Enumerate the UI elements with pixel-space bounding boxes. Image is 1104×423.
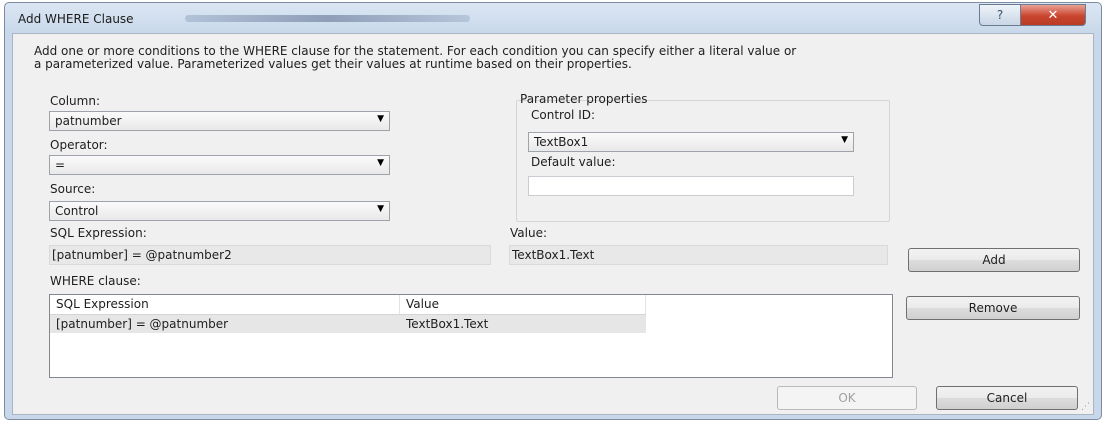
control-id-value: TextBox1: [534, 135, 589, 149]
where-clause-list[interactable]: SQL Expression Value [patnumber] = @patn…: [49, 294, 893, 378]
cancel-button[interactable]: Cancel: [936, 386, 1078, 410]
default-value-input[interactable]: [528, 176, 854, 196]
value-field: TextBox1.Text: [509, 245, 888, 265]
close-button[interactable]: ✕: [1020, 4, 1086, 26]
add-button[interactable]: Add: [908, 248, 1080, 272]
value-label: Value:: [510, 226, 547, 240]
redacted-title-text: [185, 15, 470, 22]
ok-button[interactable]: OK: [777, 386, 917, 410]
remove-button[interactable]: Remove: [906, 296, 1080, 320]
operator-label: Operator:: [50, 138, 108, 152]
cancel-button-label: Cancel: [986, 391, 1028, 405]
chevron-down-icon: ▼: [377, 158, 384, 168]
row-sql-expression: [patnumber] = @patnumber: [56, 317, 229, 331]
column-label: Column:: [50, 94, 100, 108]
title-bar[interactable]: Add WHERE Clause ? ✕: [5, 3, 1101, 33]
row-value: TextBox1.Text: [406, 317, 489, 331]
chevron-down-icon: ▼: [377, 114, 384, 124]
source-label: Source:: [50, 182, 96, 196]
column-value: patnumber: [55, 114, 122, 128]
dialog-body: Add one or more conditions to the WHERE …: [12, 33, 1094, 415]
control-id-label: Control ID:: [531, 108, 596, 122]
help-icon: ?: [996, 8, 1004, 22]
column-header-value[interactable]: Value: [400, 295, 646, 314]
dialog-title: Add WHERE Clause: [18, 12, 134, 26]
where-clause-header: SQL Expression Value: [50, 295, 646, 315]
sql-expression-field: [patnumber] = @patnumber2: [49, 245, 491, 265]
source-value: Control: [55, 204, 99, 218]
remove-button-label: Remove: [968, 301, 1018, 315]
operator-value: =: [55, 158, 66, 172]
add-button-label: Add: [982, 253, 1006, 267]
chevron-down-icon: ▼: [377, 204, 384, 214]
value-value: TextBox1.Text: [512, 248, 595, 262]
control-id-dropdown[interactable]: TextBox1 ▼: [528, 132, 854, 152]
sql-expression-value: [patnumber] = @patnumber2: [52, 248, 232, 262]
resize-grip-icon[interactable]: ⋰: [1081, 402, 1091, 412]
source-dropdown[interactable]: Control ▼: [49, 201, 390, 221]
instructions-text: Add one or more conditions to the WHERE …: [34, 44, 797, 71]
column-dropdown[interactable]: patnumber ▼: [49, 111, 390, 131]
add-where-clause-dialog: Add WHERE Clause ? ✕ Add one or more con…: [4, 2, 1102, 420]
sql-expression-label: SQL Expression:: [50, 226, 147, 240]
close-icon: ✕: [1047, 7, 1059, 23]
where-clause-label: WHERE clause:: [50, 274, 141, 288]
default-value-label: Default value:: [531, 155, 616, 169]
column-header-label: SQL Expression: [56, 297, 149, 311]
help-button[interactable]: ?: [979, 4, 1021, 26]
ok-button-label: OK: [838, 391, 856, 405]
table-row[interactable]: [patnumber] = @patnumber TextBox1.Text: [50, 315, 646, 333]
column-header-sql-expression[interactable]: SQL Expression: [50, 295, 400, 314]
operator-dropdown[interactable]: = ▼: [49, 155, 390, 175]
chevron-down-icon: ▼: [841, 135, 848, 145]
parameter-properties-label: Parameter properties: [520, 92, 648, 106]
column-header-label: Value: [406, 297, 439, 311]
